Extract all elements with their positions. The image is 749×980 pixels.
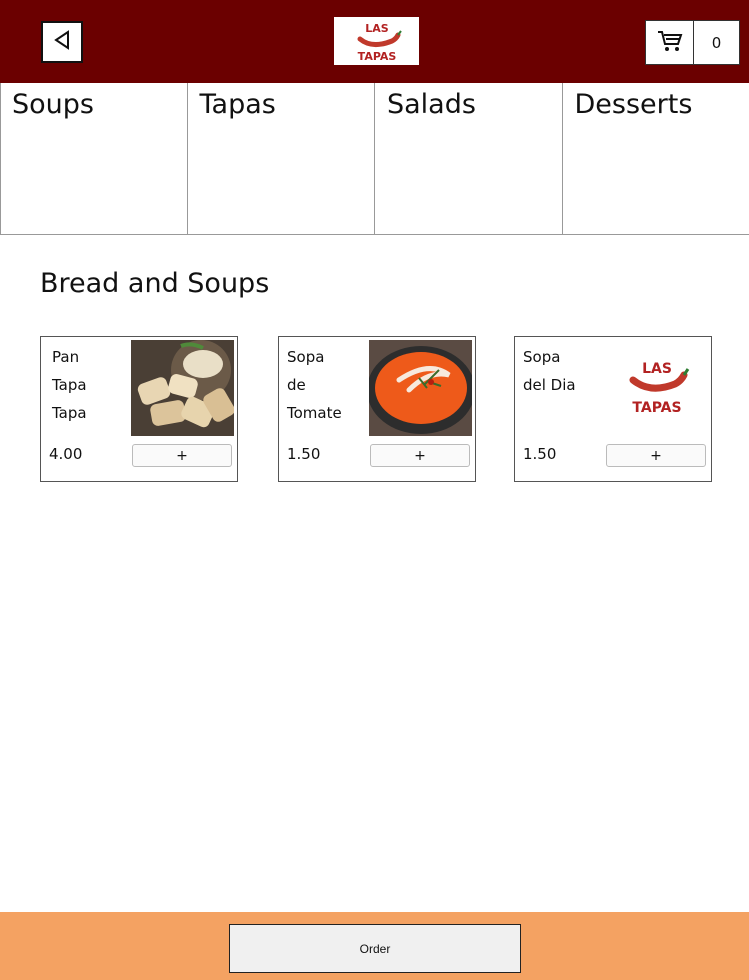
section-title: Bread and Soups: [40, 268, 270, 299]
tab-soups[interactable]: Soups: [0, 83, 188, 234]
product-price: 1.50: [287, 445, 321, 463]
product-name-line: de: [287, 376, 306, 394]
bread-photo: [131, 340, 235, 436]
product-name-line: Tomate: [287, 404, 342, 422]
add-to-cart-button[interactable]: +: [606, 444, 706, 467]
product-name: Pan Tapa Tapa: [52, 343, 130, 427]
product-name-line: Sopa: [523, 348, 561, 366]
logo-text-line1: LAS: [642, 361, 672, 377]
product-name-line: Tapa: [52, 404, 87, 422]
las-tapas-logo-image: LAS TAPAS: [605, 340, 708, 436]
tomato-soup-photo: [367, 340, 475, 436]
cart-icon: [656, 29, 684, 57]
order-button[interactable]: Order: [229, 924, 521, 973]
product-price: 1.50: [523, 445, 557, 463]
cart-widget: 0: [645, 20, 740, 65]
product-name: Sopa de Tomate: [287, 343, 365, 427]
tab-desserts[interactable]: Desserts: [563, 83, 749, 234]
add-to-cart-button[interactable]: +: [132, 444, 232, 467]
product-card: Sopa del Dia LAS TAPAS 1.50 +: [514, 336, 712, 482]
las-tapas-logo: LAS TAPAS: [334, 17, 419, 65]
logo-text-line1: LAS: [365, 22, 389, 35]
cart-count: 0: [711, 33, 722, 52]
add-to-cart-button[interactable]: +: [370, 444, 470, 467]
back-arrow-icon: [53, 30, 71, 54]
logo-text-line2: TAPAS: [357, 50, 396, 63]
tab-salads[interactable]: Salads: [375, 83, 563, 234]
cart-button[interactable]: [646, 21, 694, 64]
product-name-line: del Dia: [523, 376, 576, 394]
product-name-line: Sopa: [287, 348, 325, 366]
product-card: Sopa de Tomate 1.50 +: [278, 336, 476, 482]
product-card: Pan Tapa Tapa 4.00 +: [40, 336, 238, 482]
product-name-line: Pan: [52, 348, 80, 366]
app-header: LAS TAPAS 0: [0, 0, 749, 83]
logo-text-line2: TAPAS: [632, 400, 681, 416]
back-button[interactable]: [41, 21, 83, 63]
category-tabs: Soups Tapas Salads Desserts: [0, 83, 749, 235]
product-name-line: Tapa: [52, 376, 87, 394]
product-price: 4.00: [49, 445, 83, 463]
order-footer: Order: [0, 912, 749, 980]
product-name: Sopa del Dia: [523, 343, 601, 399]
tab-tapas[interactable]: Tapas: [188, 83, 375, 234]
